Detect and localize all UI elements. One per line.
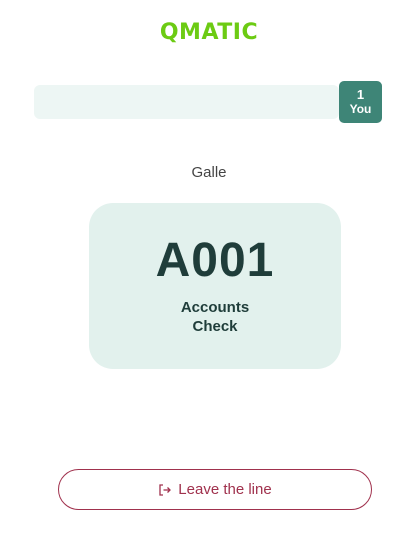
queue-position-number: 1 [356, 87, 365, 102]
service-name: Accounts Check [180, 299, 250, 335]
leave-line-button[interactable]: Leave the line [58, 469, 372, 510]
branch-name: Galle [191, 164, 227, 181]
queue-progress-track [34, 85, 339, 119]
ticket-card: A001 Accounts Check [89, 203, 341, 369]
qmatic-logo: QMATIC [159, 20, 259, 45]
ticket-number: A001 [155, 234, 275, 287]
queue-status-page: QMATIC 1 You Galle A001 Accounts Check L… [0, 0, 418, 546]
queue-position-label: You [349, 102, 372, 116]
queue-position-badge: 1 You [339, 81, 382, 123]
exit-icon [158, 483, 172, 497]
leave-line-label: Leave the line [178, 481, 272, 498]
